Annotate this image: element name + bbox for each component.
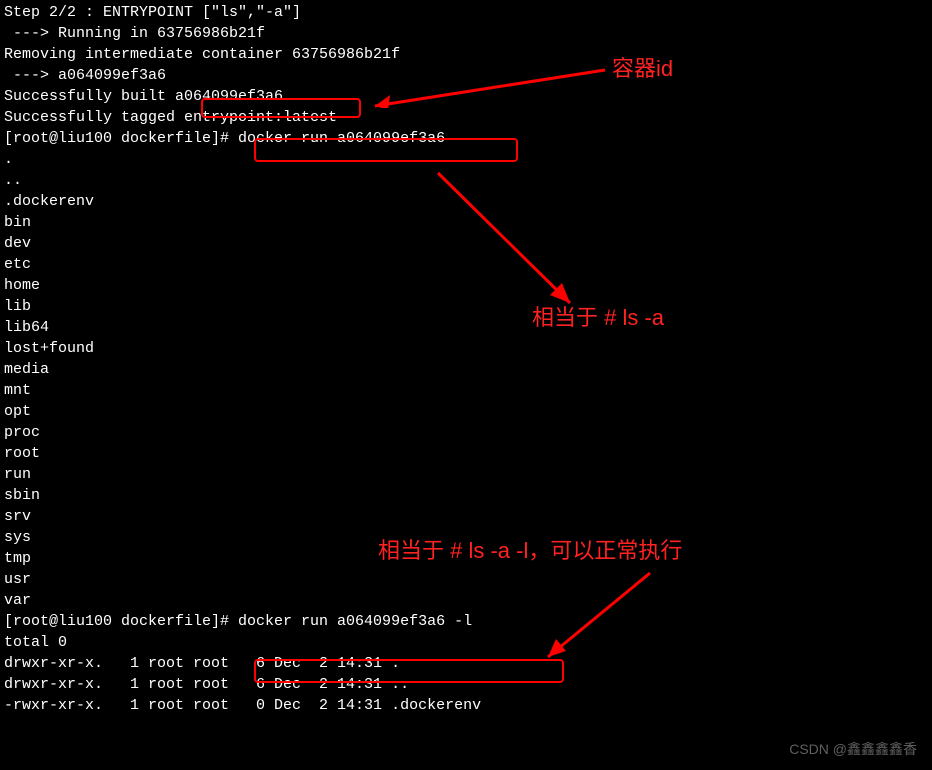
terminal-line: . — [4, 149, 928, 170]
terminal-line: srv — [4, 506, 928, 527]
terminal-line: [root@liu100 dockerfile]# docker run a06… — [4, 128, 928, 149]
terminal-line: -rwxr-xr-x. 1 root root 0 Dec 2 14:31 .d… — [4, 695, 928, 716]
terminal-line: Step 2/2 : ENTRYPOINT ["ls","-a"] — [4, 2, 928, 23]
terminal-line: media — [4, 359, 928, 380]
terminal-line: mnt — [4, 380, 928, 401]
terminal-line: opt — [4, 401, 928, 422]
terminal-line: root — [4, 443, 928, 464]
terminal-line: usr — [4, 569, 928, 590]
terminal-line: var — [4, 590, 928, 611]
terminal-line: .. — [4, 170, 928, 191]
terminal-line: lib — [4, 296, 928, 317]
terminal-output: Step 2/2 : ENTRYPOINT ["ls","-a"] ---> R… — [4, 2, 928, 716]
terminal-line: .dockerenv — [4, 191, 928, 212]
terminal-line: home — [4, 275, 928, 296]
terminal-line: Removing intermediate container 63756986… — [4, 44, 928, 65]
terminal-line: drwxr-xr-x. 1 root root 6 Dec 2 14:31 . — [4, 653, 928, 674]
terminal-line: Successfully built a064099ef3a6 — [4, 86, 928, 107]
terminal-line: Successfully tagged entrypoint:latest — [4, 107, 928, 128]
terminal-line: sbin — [4, 485, 928, 506]
terminal-line: dev — [4, 233, 928, 254]
terminal-line: lib64 — [4, 317, 928, 338]
terminal-line: total 0 — [4, 632, 928, 653]
terminal-line: sys — [4, 527, 928, 548]
terminal-line: lost+found — [4, 338, 928, 359]
watermark: CSDN @鑫鑫鑫鑫香 — [789, 740, 917, 760]
terminal-line: proc — [4, 422, 928, 443]
terminal-line: ---> Running in 63756986b21f — [4, 23, 928, 44]
terminal-line: run — [4, 464, 928, 485]
terminal-line: [root@liu100 dockerfile]# docker run a06… — [4, 611, 928, 632]
terminal-line: etc — [4, 254, 928, 275]
terminal-line: ---> a064099ef3a6 — [4, 65, 928, 86]
terminal-line: tmp — [4, 548, 928, 569]
terminal-line: bin — [4, 212, 928, 233]
terminal-line: drwxr-xr-x. 1 root root 6 Dec 2 14:31 .. — [4, 674, 928, 695]
